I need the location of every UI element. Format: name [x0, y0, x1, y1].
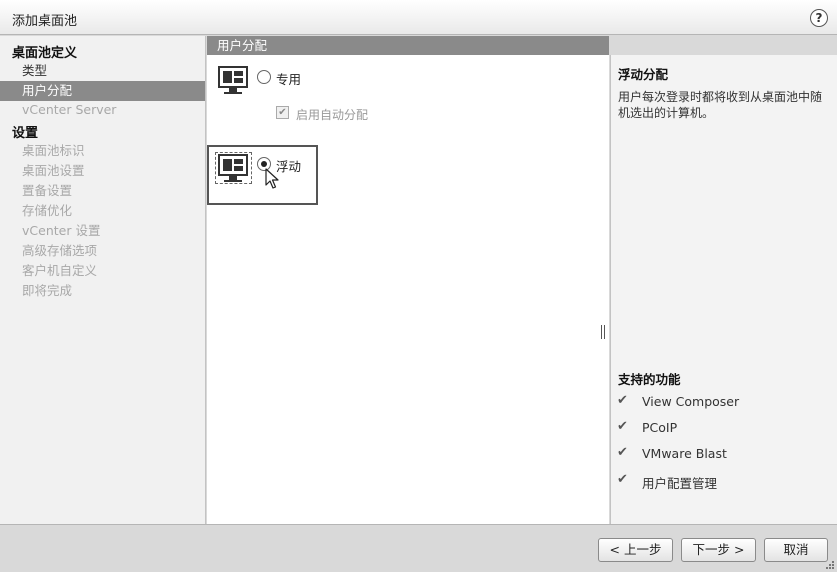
window-title: 添加桌面池	[12, 14, 78, 29]
step-advanced-storage: 高级存储选项	[22, 243, 98, 258]
info-description: 用户每次登录时都将收到从桌面池中随机选出的计算机。	[618, 90, 823, 120]
wizard-steps-sidebar: 桌面池定义 类型 用户分配 vCenter Server 设置 桌面池标识 桌面…	[0, 36, 206, 524]
step-pool-settings: 桌面池设置	[22, 163, 85, 178]
cancel-button[interactable]: 取消	[764, 538, 828, 562]
next-button[interactable]: 下一步 >	[681, 538, 756, 562]
checkmark-icon: ✔	[617, 393, 628, 408]
step-vcenter-server: vCenter Server	[22, 102, 117, 117]
floating-label[interactable]: 浮动	[276, 156, 301, 175]
step-user-assignment[interactable]: 用户分配	[0, 81, 205, 101]
auto-assign-checkbox: ✔	[276, 106, 289, 119]
checkmark-icon: ✔	[617, 472, 628, 487]
feature-label: View Composer	[642, 394, 740, 409]
dedicated-radio[interactable]	[257, 70, 271, 84]
step-ready-to-complete: 即将完成	[22, 283, 73, 298]
section-pool-definition: 桌面池定义	[12, 46, 78, 61]
features-title: 支持的功能	[618, 372, 681, 387]
step-vcenter-settings: vCenter 设置	[22, 223, 101, 238]
panel-splitter-handle[interactable]	[601, 325, 607, 339]
resize-grip-icon[interactable]	[826, 561, 834, 569]
info-title: 浮动分配	[618, 67, 669, 82]
mouse-cursor-icon	[265, 168, 279, 189]
checkmark-icon: ✔	[617, 419, 628, 434]
main-content: 用户分配 专用 ✔ 启用自动分配 浮动	[207, 36, 609, 524]
feature-label: VMware Blast	[642, 446, 727, 461]
step-provisioning-settings: 置备设置	[22, 183, 73, 198]
step-guest-customization: 客户机自定义	[22, 263, 98, 278]
info-panel: 浮动分配 用户每次登录时都将收到从桌面池中随机选出的计算机。 支持的功能 ✔ V…	[610, 55, 837, 524]
dedicated-label[interactable]: 专用	[276, 69, 301, 88]
content-header: 用户分配	[207, 36, 609, 55]
dedicated-desktop-icon	[218, 66, 248, 96]
help-button[interactable]: ?	[810, 9, 828, 27]
feature-label: PCoIP	[642, 420, 678, 435]
title-bar: 添加桌面池 ?	[0, 0, 837, 35]
step-pool-identification: 桌面池标识	[22, 143, 85, 158]
back-button[interactable]: < 上一步	[598, 538, 673, 562]
auto-assign-label: 启用自动分配	[296, 108, 369, 122]
floating-desktop-icon	[218, 154, 248, 184]
step-storage-optimization: 存储优化	[22, 203, 73, 218]
footer-bar: < 上一步 下一步 > 取消	[0, 524, 837, 572]
feature-label: 用户配置管理	[642, 476, 718, 491]
section-settings: 设置	[12, 126, 39, 141]
checkmark-icon: ✔	[617, 445, 628, 460]
step-type[interactable]: 类型	[0, 61, 205, 81]
